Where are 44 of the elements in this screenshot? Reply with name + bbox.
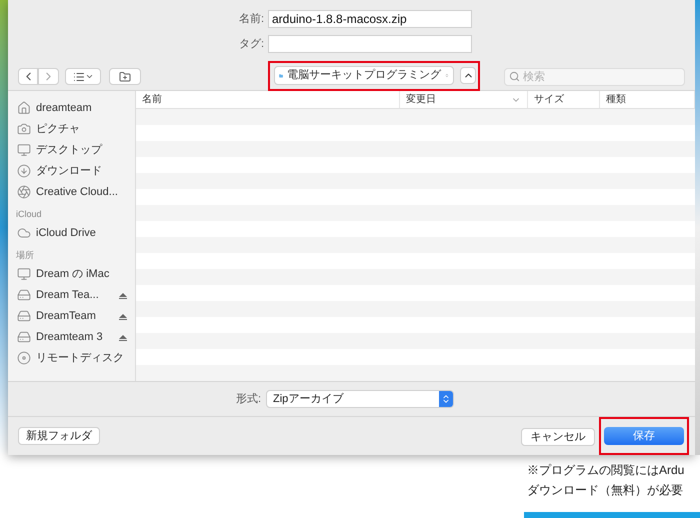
sidebar-item[interactable]: Dreamteam 3 (8, 326, 135, 348)
download-icon (17, 164, 31, 178)
page-text: ※プログラムの閲覧にはArdu (527, 462, 686, 479)
format-popup[interactable]: Zipアーカイブ (266, 390, 454, 408)
search-icon (509, 71, 520, 82)
sidebar-item[interactable]: Creative Cloud... (8, 181, 135, 202)
sidebar-item[interactable]: DreamTeam (8, 305, 135, 326)
tag-field[interactable] (268, 35, 472, 53)
drive-icon (17, 288, 31, 302)
sidebar-item[interactable]: ダウンロード (8, 160, 135, 182)
page-text: ダウンロード（無料）が必要 (527, 482, 684, 499)
sidebar-item[interactable]: dreamteam (8, 97, 135, 118)
sidebar-item[interactable]: Dream Tea... (8, 284, 135, 306)
drive-icon (17, 330, 31, 344)
column-header[interactable]: 名前 (136, 91, 400, 108)
camera-icon (17, 122, 31, 136)
dialog-button[interactable]: キャンセル (521, 428, 595, 446)
sidebar-item[interactable]: ピクチャ (8, 118, 135, 140)
up-button[interactable] (460, 67, 476, 84)
sidebar-item[interactable]: リモートディスク (8, 347, 135, 368)
folder-plus-icon (119, 70, 131, 83)
drive-icon (17, 308, 31, 323)
dialog-button[interactable]: 新規フォルダ (18, 427, 100, 445)
stepper-icon (439, 391, 453, 408)
path-popup[interactable]: 電脳サーキットプログラミング (274, 66, 454, 86)
sidebar-heading: 場所 (15, 249, 35, 262)
sidebar-item[interactable]: iCloud Drive (8, 222, 135, 244)
computer-icon (17, 266, 31, 281)
sidebar-item[interactable]: デスクトップ (8, 139, 135, 160)
sidebar-item[interactable]: Dream の iMac (8, 263, 135, 284)
house-icon (17, 100, 31, 115)
back-button[interactable] (18, 68, 38, 86)
filename-field[interactable]: arduino-1.8.8-macosx.zip (268, 10, 472, 28)
column-header[interactable]: サイズ (528, 91, 600, 108)
format-label: 形式: (234, 392, 262, 407)
desktop-icon (17, 142, 31, 157)
column-header[interactable]: 変更日 (400, 91, 528, 108)
name-label: 名前: (238, 12, 265, 27)
disc-icon (17, 350, 31, 365)
view-menu-button[interactable] (65, 68, 101, 86)
cloud-icon (17, 226, 31, 240)
new-folder-icon-button[interactable] (109, 68, 141, 86)
tag-label: タグ: (238, 36, 265, 52)
sidebar-heading: iCloud (15, 208, 43, 222)
